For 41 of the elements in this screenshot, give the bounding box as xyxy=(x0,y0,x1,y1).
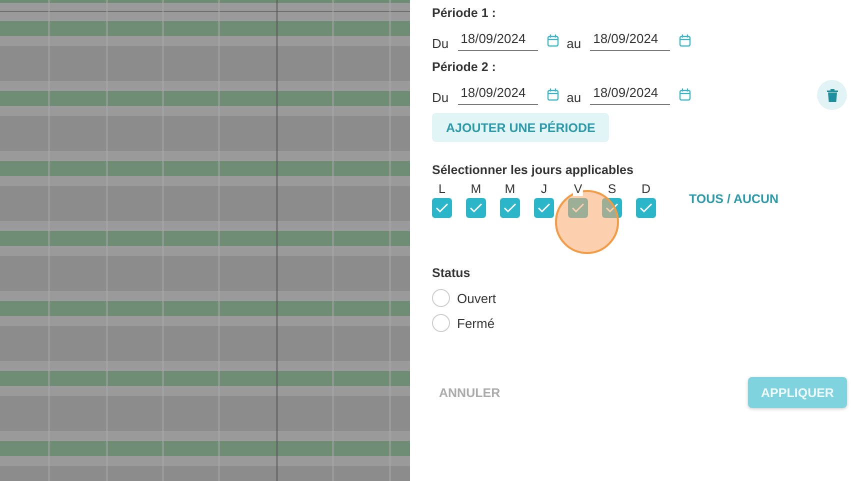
status-title: Status xyxy=(432,266,472,280)
day-label: M xyxy=(504,182,516,196)
status-radio[interactable]: Ouvert xyxy=(432,286,847,310)
from-label: Du xyxy=(432,36,449,50)
status-radio[interactable]: Fermé xyxy=(432,311,847,335)
check-icon xyxy=(435,203,449,213)
period-title: Période 1 : xyxy=(432,5,497,22)
trash-icon xyxy=(826,88,838,102)
date-field[interactable]: 18/09/2024 xyxy=(458,83,538,105)
day-checkbox[interactable] xyxy=(432,198,452,218)
to-label: au xyxy=(566,90,582,104)
day-checkbox[interactable] xyxy=(568,198,588,218)
day-checkbox[interactable] xyxy=(636,198,656,218)
day-label: D xyxy=(640,182,652,196)
from-label: Du xyxy=(432,90,449,104)
period-title: Période 2 : xyxy=(432,59,497,76)
day-checkbox[interactable] xyxy=(602,198,622,218)
check-icon xyxy=(571,203,585,213)
date-field[interactable]: 18/09/2024 xyxy=(590,29,670,51)
calendar-icon[interactable] xyxy=(679,88,692,100)
calendar-icon[interactable] xyxy=(546,88,559,100)
date-field[interactable]: 18/09/2024 xyxy=(590,83,670,105)
day-label: L xyxy=(438,182,446,196)
day-label: M xyxy=(470,182,482,196)
calendar-icon[interactable] xyxy=(546,34,559,46)
date-field[interactable]: 18/09/2024 xyxy=(458,29,538,51)
check-icon xyxy=(639,203,653,213)
check-icon xyxy=(537,203,551,213)
delete-button[interactable] xyxy=(817,80,847,110)
days-title: Sélectionner les jours applicables xyxy=(432,163,634,177)
day-label: S xyxy=(606,182,618,196)
check-icon xyxy=(503,203,517,213)
day-checkbox[interactable] xyxy=(534,198,554,218)
to-label: au xyxy=(566,36,582,50)
check-icon xyxy=(605,203,619,213)
day-label: V xyxy=(572,182,584,196)
day-checkbox[interactable] xyxy=(500,198,520,218)
day-label: J xyxy=(540,182,548,196)
day-checkbox[interactable] xyxy=(466,198,486,218)
check-icon xyxy=(469,203,483,213)
calendar-icon[interactable] xyxy=(679,34,692,46)
